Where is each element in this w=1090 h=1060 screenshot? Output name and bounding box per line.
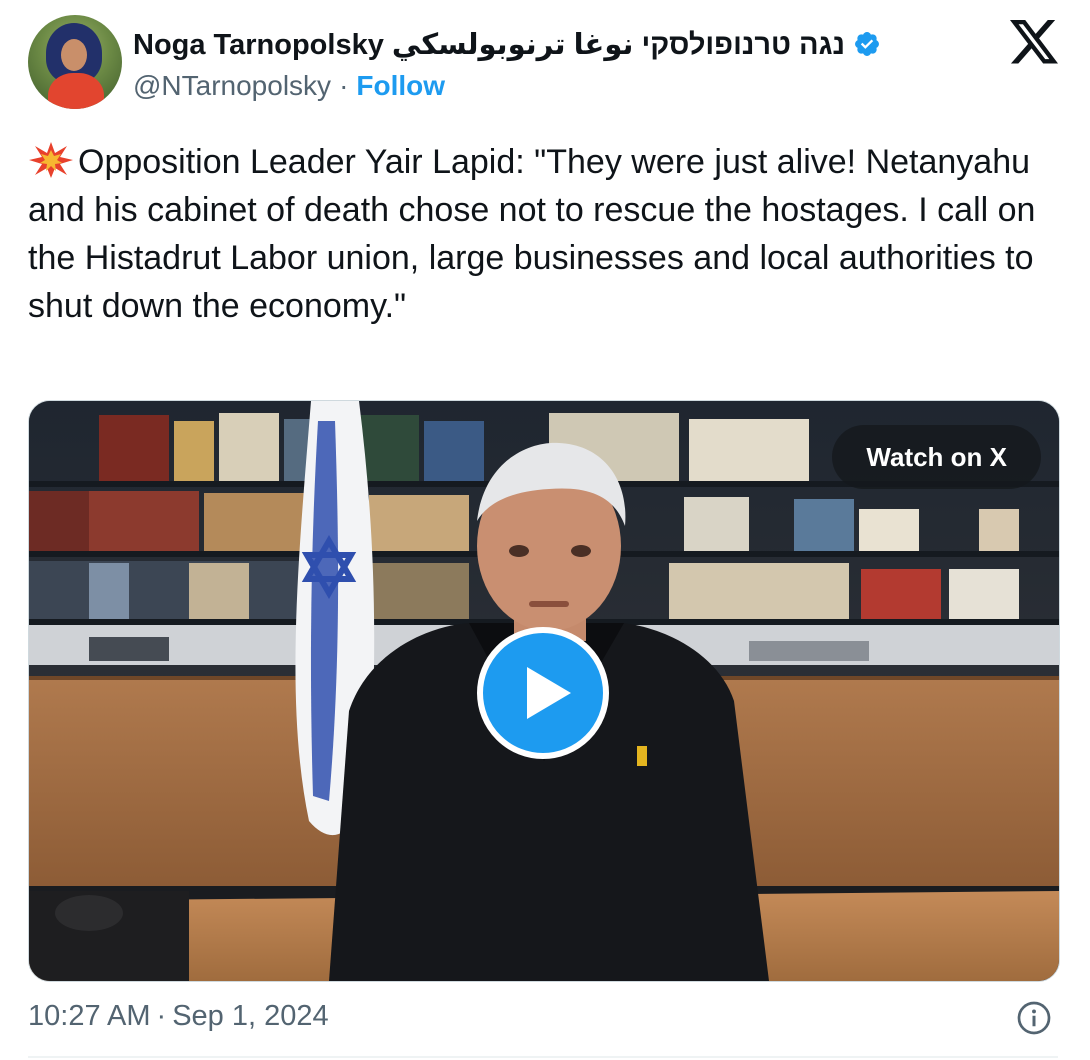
tweet-timestamp[interactable]: 10:27 AM · Sep 1, 2024 [28,1000,329,1033]
timestamp-separator: · [156,1000,167,1032]
footer-divider [28,1056,1058,1058]
x-logo-icon[interactable] [1010,20,1058,64]
tweet-body: Opposition Leader Yair Lapid: "They were… [28,143,1036,325]
info-icon[interactable] [1016,1000,1052,1036]
author-handle[interactable]: @NTarnopolsky [133,70,331,102]
author-handle-row: @NTarnopolsky · Follow [133,70,445,102]
handle-separator: · [339,70,349,101]
author-avatar[interactable] [28,15,122,109]
tweet-date: Sep 1, 2024 [172,1000,329,1032]
video-player[interactable]: Watch on X [28,400,1060,982]
author-display-name[interactable]: Noga Tarnopolsky נגה טרנופולסקי نوغا ترن… [133,27,845,62]
play-button[interactable] [477,627,609,759]
follow-button[interactable]: Follow [356,70,445,102]
verified-badge-icon [855,32,879,56]
play-icon [527,667,571,719]
tweet-time: 10:27 AM [28,1000,151,1032]
watch-on-x-button[interactable]: Watch on X [832,425,1041,489]
author-name-row: Noga Tarnopolsky נגה טרנופולסקי نوغا ترن… [133,24,881,64]
collision-emoji-icon [29,142,73,178]
tweet-text: Opposition Leader Yair Lapid: "They were… [28,138,1038,330]
